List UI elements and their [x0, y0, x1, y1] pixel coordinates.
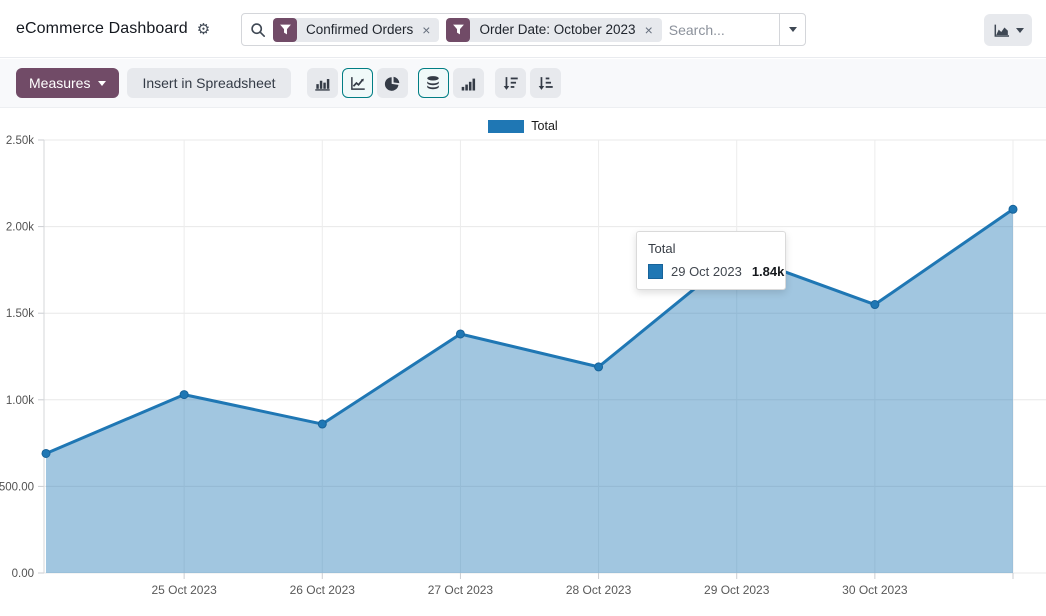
- facet-remove-icon[interactable]: ×: [420, 23, 439, 37]
- search-icon: [250, 22, 266, 38]
- facet-label: Order Date: October 2023: [470, 22, 642, 37]
- tooltip-row: 29 Oct 2023 1.84k: [648, 264, 774, 279]
- app-root: eCommerce Dashboard ⚙ Confirmed Orders ×…: [0, 0, 1046, 616]
- search-facet-confirmed-orders: Confirmed Orders ×: [273, 18, 439, 42]
- filter-funnel-icon: [446, 18, 470, 42]
- bar-chart-icon: [314, 75, 331, 92]
- sort-ascending-button[interactable]: [530, 68, 561, 98]
- pie-chart-button[interactable]: [377, 68, 408, 98]
- tooltip-title: Total: [648, 241, 774, 256]
- area-chart-icon: [993, 22, 1011, 39]
- search-bar[interactable]: Confirmed Orders × Order Date: October 2…: [241, 13, 806, 46]
- chart-tooltip: Total 29 Oct 2023 1.84k: [636, 231, 786, 290]
- svg-text:1.50k: 1.50k: [6, 308, 34, 320]
- tooltip-value: 1.84k: [752, 264, 785, 279]
- svg-text:30 Oct 2023: 30 Oct 2023: [842, 583, 908, 597]
- cumulative-button[interactable]: [453, 68, 484, 98]
- chart-mode-group: [418, 68, 484, 98]
- view-switcher-button[interactable]: [984, 14, 1032, 46]
- breadcrumb: eCommerce Dashboard ⚙: [16, 0, 210, 58]
- gear-icon[interactable]: ⚙: [197, 22, 210, 37]
- svg-text:1.00k: 1.00k: [6, 395, 34, 407]
- chevron-down-icon: [789, 27, 797, 32]
- svg-text:25 Oct 2023: 25 Oct 2023: [151, 583, 217, 597]
- search-options-toggle[interactable]: [779, 14, 805, 45]
- chevron-down-icon: [98, 81, 106, 86]
- chart-canvas[interactable]: 0.00 500.00 1.00k 1.50k 2.00k 2.50k 25 Oct 202…: [0, 108, 1046, 616]
- bar-chart-button[interactable]: [307, 68, 338, 98]
- measures-button[interactable]: Measures: [16, 68, 119, 98]
- line-chart-icon: [349, 75, 366, 92]
- signal-bars-icon: [460, 75, 477, 92]
- search-facet-order-date: Order Date: October 2023 ×: [446, 18, 661, 42]
- sort-descending-button[interactable]: [495, 68, 526, 98]
- measures-label: Measures: [29, 75, 90, 91]
- filter-funnel-icon: [273, 18, 297, 42]
- chevron-down-icon: [1016, 28, 1024, 33]
- sort-amount-asc-icon: [537, 75, 554, 92]
- control-panel: eCommerce Dashboard ⚙ Confirmed Orders ×…: [0, 0, 1046, 58]
- tooltip-swatch: [648, 264, 663, 279]
- sort-group: [495, 68, 561, 98]
- svg-text:0.00: 0.00: [12, 568, 34, 580]
- database-stack-icon: [425, 75, 441, 91]
- svg-text:2.00k: 2.00k: [6, 222, 34, 234]
- svg-text:28 Oct 2023: 28 Oct 2023: [566, 583, 632, 597]
- svg-text:2.50k: 2.50k: [6, 135, 34, 147]
- facet-label: Confirmed Orders: [297, 22, 420, 37]
- graph-toolbar: Measures Insert in Spreadsheet: [0, 59, 1046, 108]
- svg-text:27 Oct 2023: 27 Oct 2023: [428, 583, 494, 597]
- svg-text:500.00: 500.00: [0, 481, 34, 493]
- insert-in-spreadsheet-button[interactable]: Insert in Spreadsheet: [127, 68, 290, 98]
- line-chart-button[interactable]: [342, 68, 373, 98]
- search-input[interactable]: [669, 22, 779, 38]
- sort-amount-desc-icon: [502, 75, 519, 92]
- tooltip-date: 29 Oct 2023: [671, 264, 742, 279]
- pie-chart-icon: [384, 75, 401, 92]
- stacked-button[interactable]: [418, 68, 449, 98]
- chart-type-group: [307, 68, 408, 98]
- page-title: eCommerce Dashboard: [16, 20, 188, 38]
- chart-area: Total 0.00 500.00 1.00k 1.50k 2.00k 2.50k 25 O…: [0, 108, 1046, 616]
- facet-remove-icon[interactable]: ×: [643, 23, 662, 37]
- svg-text:29 Oct 2023: 29 Oct 2023: [704, 583, 770, 597]
- svg-text:26 Oct 2023: 26 Oct 2023: [290, 583, 356, 597]
